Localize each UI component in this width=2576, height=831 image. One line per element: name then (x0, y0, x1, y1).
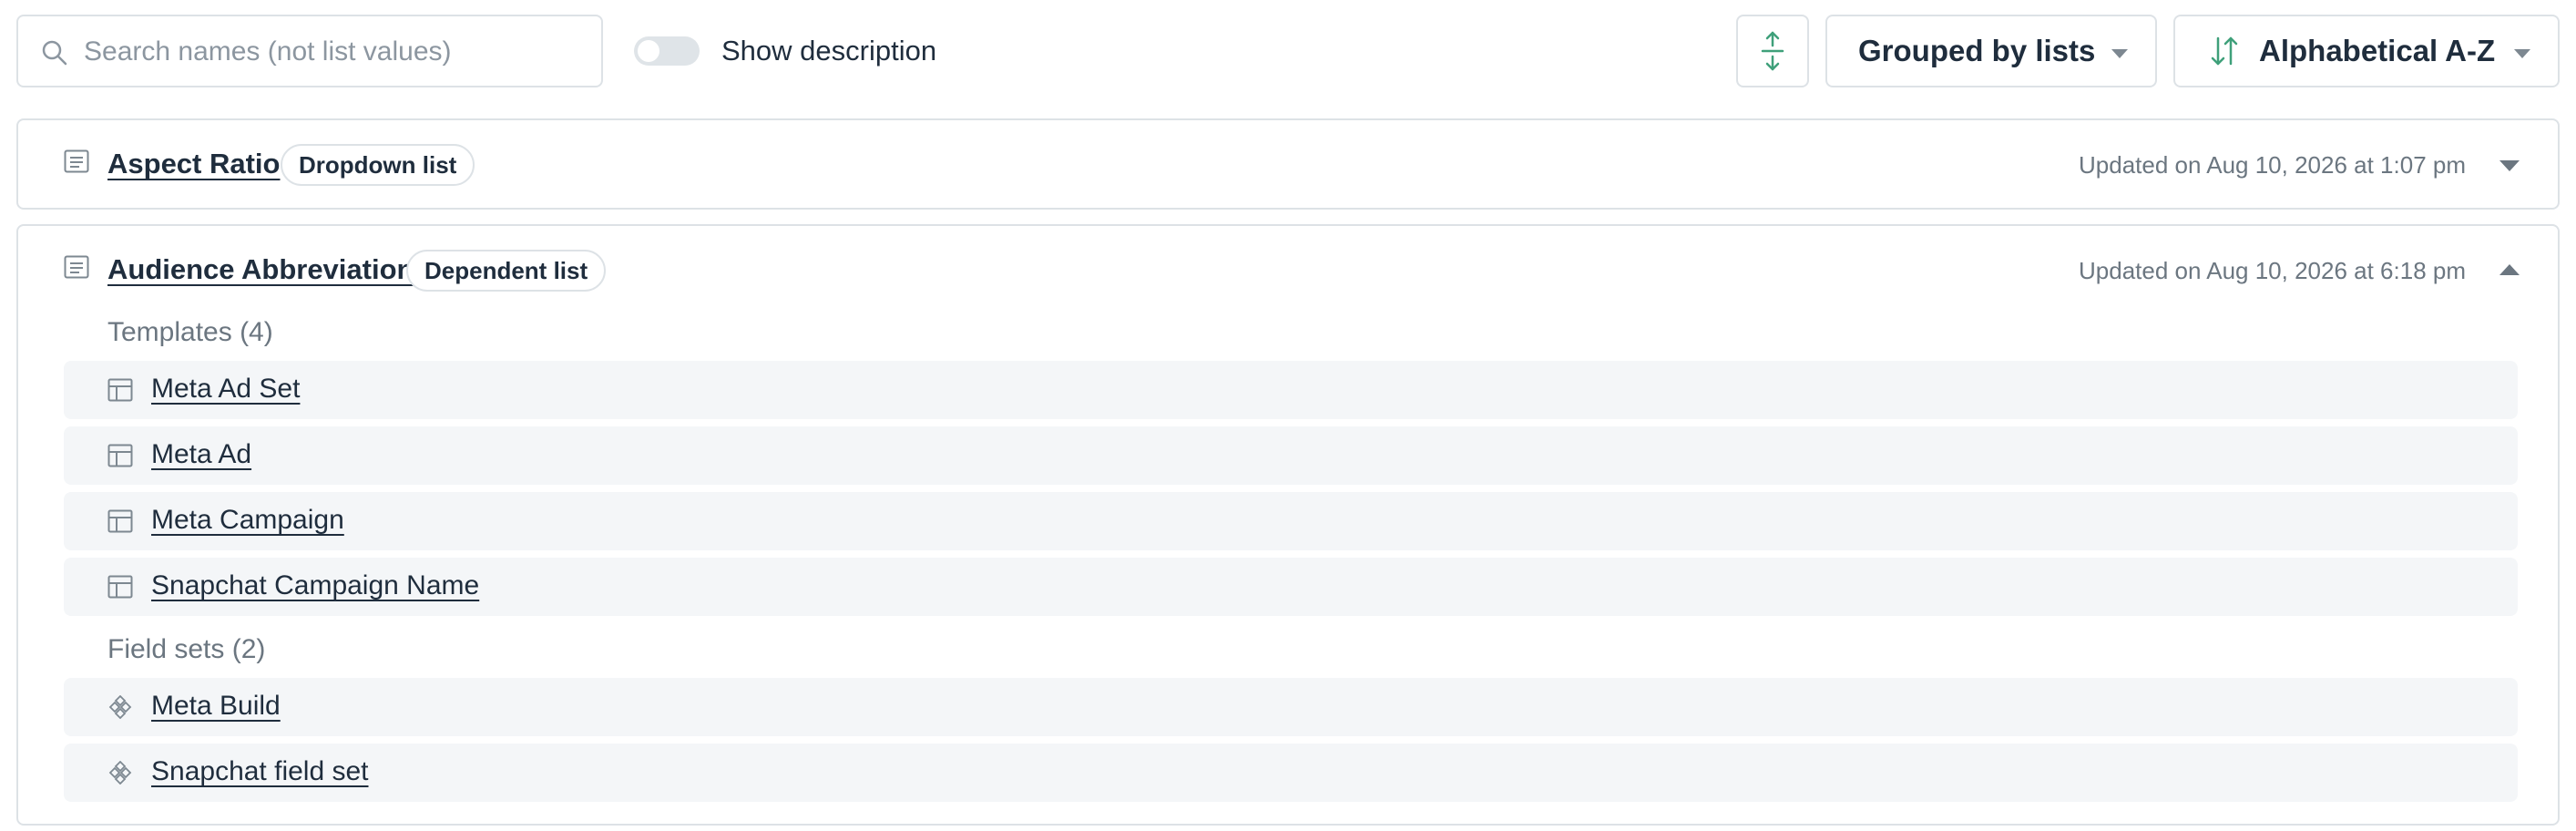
show-description-toggle[interactable] (634, 36, 700, 66)
expand-chevron-icon[interactable] (2499, 160, 2520, 171)
template-row[interactable]: Meta Campaign (64, 492, 2518, 550)
template-link[interactable]: Meta Ad (151, 439, 251, 470)
template-icon (107, 575, 133, 599)
sort-label: Alphabetical A-Z (2259, 34, 2496, 67)
sort-icon (2211, 36, 2238, 66)
expand-collapse-button[interactable] (1736, 15, 1809, 87)
list-type-badge: Dropdown list (281, 144, 475, 186)
field-set-link[interactable]: Snapchat field set (151, 756, 369, 787)
field-set-icon (108, 761, 132, 785)
search-box[interactable] (16, 15, 603, 87)
search-icon (42, 40, 67, 66)
list-type-badge: Dependent list (406, 250, 607, 292)
field-set-row[interactable]: Snapchat field set (64, 744, 2518, 802)
list-icon (64, 255, 89, 279)
field-set-row[interactable]: Meta Build (64, 678, 2518, 736)
search-input[interactable] (84, 29, 585, 75)
group-by-dropdown[interactable]: Grouped by lists (1825, 15, 2157, 87)
updated-timestamp: Updated on Aug 10, 2026 at 6:18 pm (2079, 257, 2467, 284)
template-row[interactable]: Snapchat Campaign Name (64, 558, 2518, 616)
template-link[interactable]: Meta Ad Set (151, 374, 300, 405)
template-link[interactable]: Meta Campaign (151, 505, 344, 536)
template-link[interactable]: Snapchat Campaign Name (151, 570, 479, 601)
toolbar: Show description Grouped by lists Alphab… (16, 15, 2560, 87)
collapse-chevron-icon[interactable] (2499, 264, 2520, 275)
template-icon (107, 378, 133, 402)
template-icon (107, 444, 133, 467)
list-card[interactable]: Aspect Ratio Dropdown list Updated on Au… (16, 118, 2560, 210)
templates-section-title: Templates (4) (107, 317, 273, 347)
show-description-toggle-wrap: Show description (634, 15, 936, 87)
expand-collapse-icon (1761, 31, 1784, 71)
field-set-icon (108, 695, 132, 719)
list-name-link[interactable]: Audience Abbreviation (107, 253, 414, 286)
updated-timestamp: Updated on Aug 10, 2026 at 1:07 pm (2079, 151, 2467, 179)
template-row[interactable]: Meta Ad (64, 426, 2518, 485)
caret-down-icon (2514, 49, 2530, 58)
list-icon (64, 149, 89, 173)
toggle-knob (638, 40, 659, 62)
list-card[interactable]: Audience Abbreviation Dependent list Upd… (16, 224, 2560, 826)
template-row[interactable]: Meta Ad Set (64, 361, 2518, 419)
caret-down-icon (2111, 49, 2128, 58)
field-set-link[interactable]: Meta Build (151, 691, 281, 722)
list-name-link[interactable]: Aspect Ratio (107, 148, 280, 180)
show-description-label[interactable]: Show description (721, 35, 936, 67)
group-by-label: Grouped by lists (1858, 34, 2096, 67)
sort-dropdown[interactable]: Alphabetical A-Z (2173, 15, 2560, 87)
template-icon (107, 509, 133, 533)
field-sets-section-title: Field sets (2) (107, 634, 266, 664)
